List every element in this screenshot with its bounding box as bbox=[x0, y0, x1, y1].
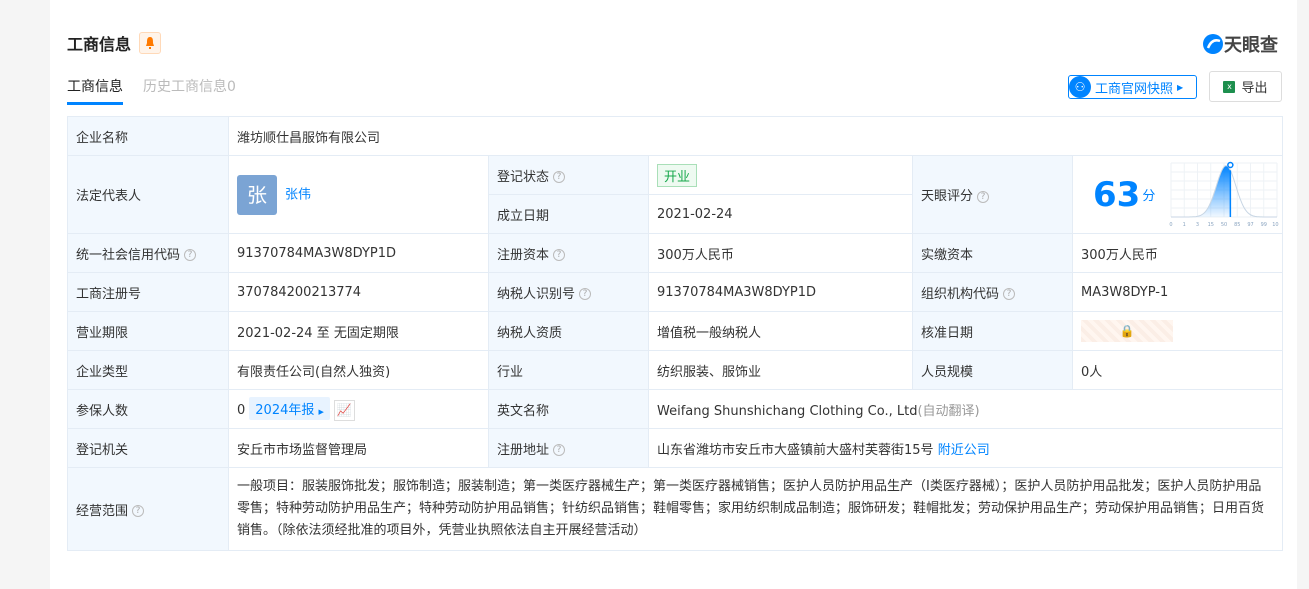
score-marker bbox=[1227, 161, 1235, 168]
x-tick-label: 50 bbox=[1221, 222, 1227, 228]
logo-text: 天眼查 bbox=[1224, 35, 1278, 56]
label: 企业类型 bbox=[67, 350, 229, 390]
export-label: 导出 bbox=[1241, 81, 1268, 96]
company-type: 有限责任公司(自然人独资) bbox=[228, 350, 489, 390]
help-icon[interactable]: ? bbox=[1003, 288, 1016, 300]
help-icon[interactable]: ? bbox=[553, 171, 566, 183]
help-icon[interactable]: ? bbox=[553, 249, 566, 261]
help-icon[interactable]: ? bbox=[184, 249, 197, 261]
score-value: 63 bbox=[1093, 174, 1141, 215]
org-code: MA3W8DYP-1 bbox=[1071, 272, 1284, 312]
x-tick-label: 99 bbox=[1261, 222, 1267, 228]
tab-business-info[interactable]: 工商信息 bbox=[67, 76, 123, 105]
taxpayer-qualification: 增值税一般纳税人 bbox=[648, 311, 913, 351]
x-tick-label: 1 bbox=[1183, 222, 1186, 228]
label: 行业 bbox=[488, 350, 649, 390]
label: 企业名称 bbox=[67, 116, 229, 156]
label: 参保人数 bbox=[67, 389, 229, 429]
staff-size: 0人 bbox=[1071, 350, 1284, 390]
label: 法定代表人 bbox=[67, 155, 229, 234]
label: 注册资本 bbox=[497, 247, 550, 263]
score-unit: 分 bbox=[1142, 189, 1156, 204]
registered-capital: 300万人民币 bbox=[648, 233, 913, 273]
info-table: 企业名称 潍坊顺仕昌服饰有限公司 法定代表人 张张伟 登记状态? 开业 天眼评分?… bbox=[67, 116, 1284, 551]
business-scope: 一般项目：服装服饰批发；服饰制造；服装制造；第一类医疗器械生产；第一类医疗器械销… bbox=[227, 467, 1284, 551]
label: 实缴资本 bbox=[912, 233, 1073, 273]
lock-icon[interactable]: 🔒 bbox=[1081, 320, 1173, 342]
score-distribution-chart[interactable]: 0 1 3 15 50 85 97 99 100 bbox=[1169, 159, 1282, 231]
label: 注册地址 bbox=[497, 442, 550, 458]
credit-code: 91370784MA3W8DYP1D bbox=[228, 233, 489, 273]
paid-capital: 300万人民币 bbox=[1071, 233, 1284, 273]
found-date: 2021-02-24 bbox=[648, 194, 913, 234]
avatar: 张 bbox=[237, 174, 277, 215]
bell-icon[interactable] bbox=[139, 32, 161, 54]
label: 核准日期 bbox=[912, 311, 1073, 351]
reg-number: 370784200213774 bbox=[228, 272, 489, 312]
label: 人员规模 bbox=[912, 350, 1073, 390]
logo-icon bbox=[1203, 34, 1223, 54]
business-term: 2021-02-24 至 无固定期限 bbox=[228, 311, 489, 351]
label: 纳税人识别号 bbox=[497, 286, 576, 302]
help-icon[interactable]: ? bbox=[132, 505, 145, 517]
label: 成立日期 bbox=[488, 194, 649, 234]
label: 纳税人资质 bbox=[488, 311, 649, 351]
registration-authority: 安丘市市场监督管理局 bbox=[228, 428, 489, 468]
x-tick-label: 100 bbox=[1273, 222, 1280, 228]
x-tick-label: 0 bbox=[1170, 222, 1173, 228]
snapshot-button[interactable]: ⚇ 工商官网快照 ▶ bbox=[1068, 75, 1197, 99]
section-title: 工商信息 bbox=[67, 35, 132, 54]
label: 天眼评分 bbox=[921, 189, 974, 204]
annual-report-button[interactable]: 2024年报 ▶ bbox=[249, 397, 330, 420]
tabs: 工商信息 历史工商信息0 bbox=[67, 76, 236, 105]
label: 组织机构代码 bbox=[921, 286, 1000, 302]
english-name: Weifang Shunshichang Clothing Co., Ltd bbox=[657, 403, 918, 419]
insured-count: 0 bbox=[237, 403, 246, 418]
stamp-icon: ⚇ bbox=[1069, 76, 1091, 98]
help-icon[interactable]: ? bbox=[977, 190, 990, 203]
x-tick-label: 3 bbox=[1196, 222, 1199, 228]
snapshot-label: 工商官网快照 bbox=[1095, 81, 1174, 97]
label: 英文名称 bbox=[488, 389, 649, 429]
company-name: 潍坊顺仕昌服饰有限公司 bbox=[227, 116, 1284, 156]
status-badge: 开业 bbox=[657, 163, 698, 187]
help-icon[interactable]: ? bbox=[579, 288, 592, 300]
label: 登记状态 bbox=[497, 169, 550, 185]
trend-chart-icon[interactable]: 📈 bbox=[333, 400, 355, 421]
x-tick-label: 15 bbox=[1208, 222, 1214, 228]
annual-report-label: 2024年报 bbox=[255, 403, 315, 418]
tax-id: 91370784MA3W8DYP1D bbox=[648, 272, 913, 312]
caret-right-icon: ▶ bbox=[1177, 82, 1184, 92]
label: 经营范围 bbox=[76, 503, 129, 519]
industry: 纺织服装、服饰业 bbox=[648, 350, 913, 390]
registered-address: 山东省潍坊市安丘市大盛镇前大盛村芙蓉街15号 bbox=[657, 442, 934, 458]
legal-rep-link[interactable]: 张伟 bbox=[285, 187, 311, 202]
score-area bbox=[1171, 165, 1231, 217]
excel-icon: x bbox=[1223, 80, 1236, 93]
logo: 天眼查 bbox=[1202, 31, 1278, 57]
nearby-companies-link[interactable]: 附近公司 bbox=[938, 443, 990, 458]
help-icon[interactable]: ? bbox=[553, 444, 566, 456]
auto-translate-note: (自动翻译) bbox=[917, 403, 980, 419]
x-tick-label: 97 bbox=[1248, 222, 1254, 228]
export-button[interactable]: x 导出 bbox=[1209, 71, 1282, 102]
label: 统一社会信用代码 bbox=[76, 247, 181, 263]
label: 工商注册号 bbox=[67, 272, 229, 312]
label: 登记机关 bbox=[67, 428, 229, 468]
x-tick-label: 85 bbox=[1235, 222, 1241, 228]
tab-history[interactable]: 历史工商信息0 bbox=[143, 76, 236, 105]
label: 营业期限 bbox=[67, 311, 229, 351]
